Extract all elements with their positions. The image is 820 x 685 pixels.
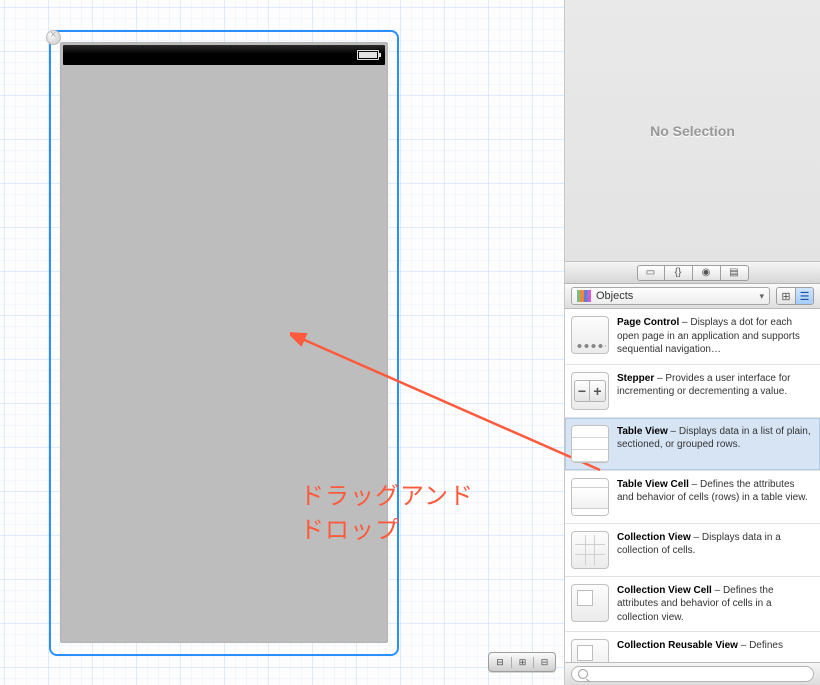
library-item[interactable]: Table View Cell – Defines the attributes… [565, 471, 820, 524]
library-item-text: Collection View Cell – Defines the attri… [617, 584, 812, 625]
library-item-text: Collection View – Displays data in a col… [617, 531, 812, 569]
media-library-tab-icon[interactable]: ▤ [721, 265, 749, 281]
file-template-tab-icon[interactable]: ▭ [637, 265, 665, 281]
library-item[interactable]: Collection View Cell – Defines the attri… [565, 577, 820, 633]
tvc-thumb-icon [571, 478, 609, 516]
annotation-line2: ドロップ [300, 517, 400, 544]
page-thumb-icon [571, 316, 609, 354]
stepper-thumb-icon: −+ [571, 372, 609, 410]
library-footer [565, 662, 820, 685]
library-scope-label: Objects [596, 290, 633, 302]
collcell-thumb-icon [571, 639, 609, 662]
table-thumb-icon [571, 425, 609, 463]
layout-mode-segmented[interactable]: ⊟ ⊞ ⊟ [488, 652, 556, 672]
object-library-tab-icon[interactable]: ◉ [693, 265, 721, 281]
code-snippet-tab-icon[interactable]: {} [665, 265, 693, 281]
collcell-thumb-icon [571, 584, 609, 622]
library-view-mode[interactable]: ⊞ ☰ [776, 287, 814, 305]
library-item[interactable]: Collection Reusable View – Defines [565, 632, 820, 662]
library-tab-bar: ▭ {} ◉ ▤ [565, 262, 820, 284]
close-scene-button[interactable] [46, 30, 61, 45]
object-library-list[interactable]: Page Control – Displays a dot for each o… [565, 309, 820, 662]
annotation-line1: ドラッグアンド [300, 483, 474, 510]
library-item-text: Stepper – Provides a user interface for … [617, 372, 812, 410]
no-selection-label: No Selection [565, 0, 820, 262]
library-item-text: Table View Cell – Defines the attributes… [617, 478, 812, 516]
align-right-icon[interactable]: ⊟ [533, 657, 555, 668]
drag-drop-annotation-text: ドラッグアンド ドロップ [300, 480, 474, 547]
library-item[interactable]: Table View – Displays data in a list of … [565, 418, 820, 471]
library-filter-field[interactable] [571, 666, 814, 682]
align-left-icon[interactable]: ⊟ [489, 657, 511, 668]
interface-builder-canvas[interactable]: ドラッグアンド ドロップ ⊟ ⊞ ⊟ [0, 0, 564, 685]
status-bar [63, 45, 385, 65]
chevron-down-icon: ▾ [759, 291, 764, 302]
grid-view-icon[interactable]: ⊞ [777, 288, 795, 304]
library-books-icon [577, 290, 591, 302]
search-icon [578, 669, 588, 679]
library-item-text: Collection Reusable View – Defines [617, 639, 812, 662]
coll-thumb-icon [571, 531, 609, 569]
battery-icon [357, 50, 379, 60]
library-header: Objects ▾ ⊞ ☰ [565, 284, 820, 309]
library-item[interactable]: Collection View – Displays data in a col… [565, 524, 820, 577]
library-item[interactable]: −+Stepper – Provides a user interface fo… [565, 365, 820, 418]
iphone-view-frame[interactable] [60, 42, 388, 643]
library-scope-dropdown[interactable]: Objects ▾ [571, 287, 770, 305]
library-item-text: Page Control – Displays a dot for each o… [617, 316, 812, 357]
library-item-text: Table View – Displays data in a list of … [617, 425, 812, 463]
align-center-icon[interactable]: ⊞ [511, 657, 533, 668]
library-item[interactable]: Page Control – Displays a dot for each o… [565, 309, 820, 365]
utilities-panel: No Selection ▭ {} ◉ ▤ Objects ▾ ⊞ ☰ Page… [564, 0, 820, 685]
list-view-icon[interactable]: ☰ [795, 288, 813, 304]
